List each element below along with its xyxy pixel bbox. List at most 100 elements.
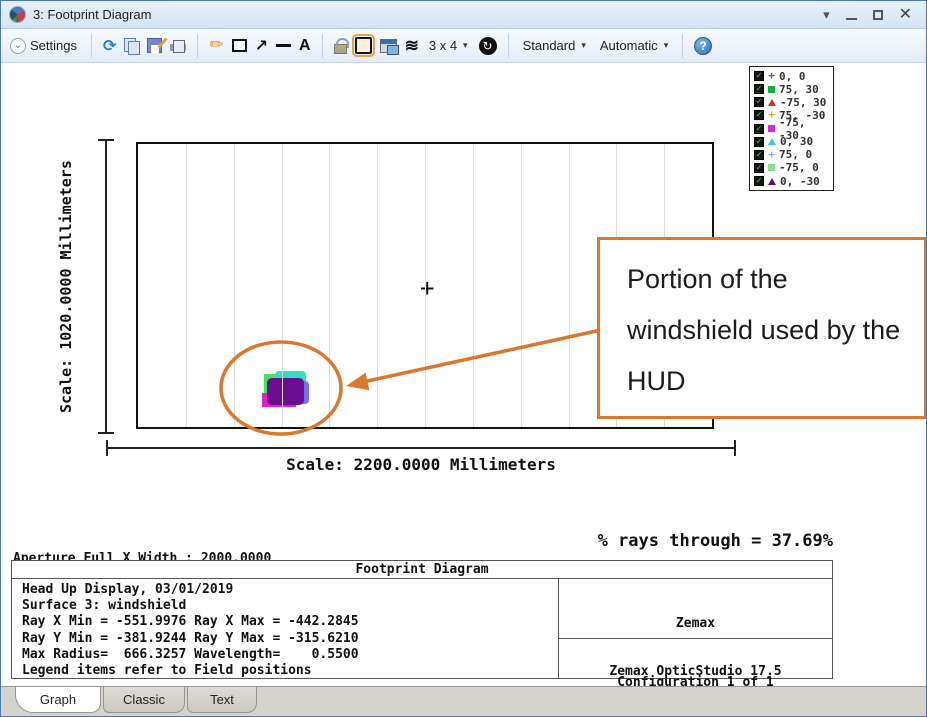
copy-icon[interactable] (124, 38, 139, 54)
legend-checkbox[interactable]: ✓ (754, 71, 764, 81)
legend-checkbox[interactable]: ✓ (754, 110, 764, 120)
plot-gridline (425, 144, 426, 427)
arrow-annotation-icon[interactable]: ↗ (255, 38, 268, 54)
table-detail-line: Legend items refer to Field positions (22, 663, 558, 679)
text-annotation-icon[interactable]: A (299, 37, 311, 55)
rays-through-value: % rays through = 37.69% (561, 531, 833, 551)
plot-gridline (521, 144, 522, 427)
caret-down-icon: ▾ (581, 40, 586, 51)
square-marker-icon (768, 86, 775, 93)
window-menu-button[interactable]: ▾ (823, 8, 830, 21)
plus-marker-icon: + (767, 110, 776, 120)
minimize-button[interactable] (846, 18, 857, 20)
plus-marker-icon: + (767, 150, 776, 160)
profile-dropdown[interactable]: Standard ▾ (520, 36, 589, 55)
center-cross-marker: + (420, 274, 434, 302)
info-table: Footprint Diagram Head Up Display, 03/01… (11, 560, 833, 679)
plot-gridline (282, 144, 283, 427)
x-dimension-line (106, 447, 736, 449)
title-bar: 3: Footprint Diagram ▾ ✕ (1, 1, 926, 29)
view-tab-bar: Graph Classic Text (1, 686, 926, 716)
lock-icon[interactable] (334, 44, 347, 54)
legend-row: ✓+0, 0 (754, 70, 829, 82)
legend-field-label: 0, -30 (780, 175, 820, 188)
profile-label: Standard (523, 38, 576, 53)
legend-field-label: 0, 30 (780, 135, 813, 148)
table-detail-line: Head Up Display, 03/01/2019 (22, 582, 558, 598)
x-scale-label: Scale: 2200.0000 Millimeters (106, 455, 736, 474)
plot-gridline (329, 144, 330, 427)
square-marker-icon (768, 164, 775, 171)
footprint-patch-purple (267, 378, 304, 405)
tab-label: Text (210, 692, 234, 707)
caret-down-icon: ▾ (463, 40, 468, 51)
vendor-cell: Zemax Zemax OpticStudio 17.5 (559, 579, 832, 639)
print-icon[interactable] (170, 40, 186, 54)
legend-field-label: 0, 0 (779, 70, 806, 83)
footprint-diagram-window: 3: Footprint Diagram ▾ ✕ ⌄ Settings ⟳ ✏ … (0, 0, 927, 717)
y-dimension-line (105, 139, 107, 434)
legend-checkbox[interactable]: ✓ (754, 124, 764, 134)
triangle-marker-icon (768, 99, 776, 106)
legend-row: ✓ -75, 0 (754, 162, 829, 174)
field-legend: ✓+0, 0✓75, 30✓-75, 30✓+75, -30✓-75, -30✓… (749, 66, 834, 191)
rotate-icon[interactable]: ↻ (479, 37, 497, 55)
split-pane-icon[interactable] (355, 37, 372, 54)
legend-checkbox[interactable]: ✓ (754, 137, 764, 147)
window-layout-icon[interactable] (380, 39, 397, 53)
caret-down-icon: ▾ (664, 40, 669, 51)
settings-button[interactable]: ⌄ Settings (7, 36, 80, 56)
legend-row: ✓ 0, 30 (754, 136, 829, 148)
legend-checkbox[interactable]: ✓ (754, 97, 764, 107)
table-header: Footprint Diagram (12, 561, 832, 579)
table-detail-line: Max Radius= 666.3257 Wavelength= 0.5500 (22, 647, 558, 663)
callout-box[interactable]: Portion of the windshield used by the HU… (597, 237, 927, 419)
legend-checkbox[interactable]: ✓ (754, 150, 764, 160)
plus-marker-icon: + (767, 71, 776, 81)
save-icon[interactable] (147, 38, 162, 53)
close-button[interactable]: ✕ (899, 7, 912, 23)
array-size-label: 3 x 4 (429, 38, 457, 53)
legend-row: ✓75, 30 (754, 83, 829, 95)
maximize-button[interactable] (873, 10, 883, 20)
tab-graph[interactable]: Graph (15, 687, 101, 713)
tab-label: Classic (123, 692, 165, 707)
legend-checkbox[interactable]: ✓ (754, 84, 764, 94)
legend-row: ✓-75, -30 (754, 123, 829, 135)
tab-classic[interactable]: Classic (103, 687, 185, 713)
legend-checkbox[interactable]: ✓ (754, 176, 764, 186)
tab-label: Graph (40, 692, 76, 707)
zemax-app-icon (9, 6, 26, 23)
toolbar-separator (91, 34, 92, 58)
square-marker-icon (768, 125, 775, 132)
tab-text[interactable]: Text (187, 687, 257, 713)
mode-dropdown[interactable]: Automatic ▾ (597, 36, 671, 55)
pencil-annotation-icon[interactable]: ✏ (209, 37, 223, 54)
legend-field-label: 75, 0 (779, 148, 812, 161)
settings-label: Settings (30, 38, 77, 53)
chevron-down-icon: ⌄ (10, 38, 26, 54)
mode-label: Automatic (600, 38, 658, 53)
line-annotation-icon[interactable] (276, 44, 291, 47)
legend-row: ✓ 0, -30 (754, 175, 829, 187)
toolbar-separator (682, 34, 683, 58)
toolbar: ⌄ Settings ⟳ ✏ ↗ A ≋ 3 x 4 ▾ ↻ Standard … (1, 29, 926, 63)
help-icon[interactable]: ? (694, 37, 712, 55)
plot-gridline (377, 144, 378, 427)
plot-gridline (186, 144, 187, 427)
rectangle-annotation-icon[interactable] (232, 39, 247, 52)
legend-checkbox[interactable]: ✓ (754, 163, 764, 173)
table-detail-line: Surface 3: windshield (22, 598, 558, 614)
table-details-cell: Head Up Display, 03/01/2019Surface 3: wi… (12, 579, 559, 679)
plot-gridline (569, 144, 570, 427)
window-title: 3: Footprint Diagram (33, 7, 816, 22)
refresh-icon[interactable]: ⟳ (103, 38, 116, 54)
graph-area: ✓+0, 0✓75, 30✓-75, 30✓+75, -30✓-75, -30✓… (1, 63, 926, 686)
legend-field-label: -75, 0 (779, 161, 819, 174)
plot-gridline (234, 144, 235, 427)
callout-text: Portion of the windshield used by the HU… (627, 264, 900, 396)
array-size-dropdown[interactable]: 3 x 4 ▾ (426, 36, 471, 55)
layers-icon[interactable]: ≋ (405, 36, 418, 56)
triangle-marker-icon (768, 178, 776, 185)
legend-row: ✓-75, 30 (754, 96, 829, 108)
